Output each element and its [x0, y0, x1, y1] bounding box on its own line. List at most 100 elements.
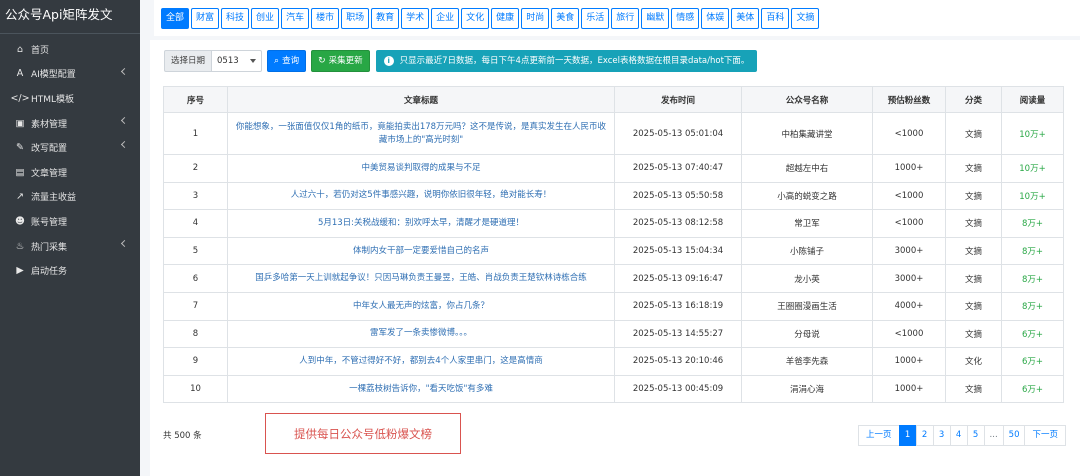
account-name: 常卫军 — [741, 209, 873, 238]
query-button-label: 查询 — [282, 56, 300, 66]
sidebar-item-4[interactable]: ▣ 素材管理 — [0, 111, 140, 136]
home-icon: ⌂ — [16, 43, 24, 55]
category-tab[interactable]: 旅行 — [611, 8, 640, 29]
read-count: 10万+ — [1001, 112, 1064, 155]
row-number: 10 — [163, 374, 228, 404]
account-name: 涓涓心海 — [741, 374, 873, 404]
query-button[interactable]: ⌕ 查询 — [267, 50, 307, 72]
collect-update-button[interactable]: ↻ 采集更新 — [311, 50, 370, 72]
table-row: 7 中年女人最无声的炫富，你占几条？ 2025-05-13 16:18:19 王圈圈漫… — [163, 291, 1064, 321]
info-icon: i — [383, 56, 394, 66]
article-title-link[interactable]: 人到中年，不管过得好不好，都别去4个人家里串门，这是高情商 — [227, 347, 615, 376]
account-name: 王圈圈漫画生活 — [741, 291, 873, 321]
sidebar-item-8[interactable]: ☻ 账号管理 — [0, 209, 140, 234]
category-tab[interactable]: 时尚 — [521, 8, 550, 29]
sidebar-menu: ⌂ 首页 A AI模型配置 </> HTML模板 ▣ 素材管理 ✎ 改写配置 ▤ 文章管理 ↗ 流量主收益… — [0, 34, 140, 283]
publish-time: 2025-05-13 05:01:04 — [614, 112, 742, 155]
table-row: 5 体制内女干部一定要爱惜自己的名声 2025-05-13 15:04:34 小陈铺子… — [163, 236, 1064, 266]
account-name: 超越左中右 — [741, 154, 873, 183]
sidebar-item-6[interactable]: ▤ 文章管理 — [0, 160, 140, 185]
category-cell: 文摘 — [945, 181, 1002, 211]
next-page-button[interactable]: 下一页 — [1024, 425, 1066, 446]
page-button[interactable]: 3 — [932, 425, 951, 446]
article-title-link[interactable]: 中年女人最无声的炫富，你占几条？ — [227, 291, 615, 321]
category-cell: 文摘 — [945, 236, 1002, 266]
row-number: 6 — [163, 264, 228, 293]
category-tab[interactable]: 体娱 — [701, 8, 730, 29]
code-icon: </> — [10, 92, 30, 104]
category-tab[interactable]: 百科 — [761, 8, 790, 29]
column-header: 文章标题 — [227, 86, 615, 113]
article-title-link[interactable]: 雷军发了一条卖惨微博。。。 — [227, 319, 615, 349]
publish-time: 2025-05-13 20:10:46 — [614, 347, 742, 376]
row-number: 7 — [163, 291, 228, 321]
publish-time: 2025-05-13 16:18:19 — [614, 291, 742, 321]
category-tab[interactable]: 情感 — [671, 8, 700, 29]
articles-table: 序号 文章标题 发布时间 公众号名称 预估粉丝数 分类 阅读量 1 你能想象，一张面值仅仅1角… — [163, 86, 1064, 404]
category-tab[interactable]: 企业 — [431, 8, 460, 29]
page-button[interactable]: 50 — [1002, 425, 1026, 446]
category-tab[interactable]: 全部 — [161, 8, 190, 29]
sidebar-item-10[interactable]: ▶ 启动任务 — [0, 258, 140, 283]
info-notice-text: 只显示最近7日数据，每日下午4点更新前一天数据，Excel表格数据在根目录dat… — [399, 56, 750, 66]
category-tab[interactable]: 科技 — [221, 8, 250, 29]
page-button[interactable]: 1 — [898, 425, 917, 446]
category-tab[interactable]: 财富 — [191, 8, 220, 29]
row-number: 3 — [163, 181, 228, 211]
fans-estimate: 4000+ — [872, 291, 946, 321]
brand-title[interactable]: 公众号Api矩阵发文 — [0, 0, 140, 34]
sidebar-item-7[interactable]: ↗ 流量主收益 — [0, 185, 140, 210]
category-tab[interactable]: 乐活 — [581, 8, 610, 29]
sidebar-item-9[interactable]: ♨ 热门采集 — [0, 234, 140, 259]
fans-estimate: 1000+ — [872, 374, 946, 404]
publish-time: 2025-05-13 08:12:58 — [614, 209, 742, 238]
table-row: 2 中美贸易谈判取得的成果与不足 2025-05-13 07:40:47 超越左中右 1… — [163, 154, 1064, 183]
row-number: 9 — [163, 347, 228, 376]
article-title-link[interactable]: 人过六十，若仍对这5件事感兴趣，说明你依旧很年轻，绝对能长寿！ — [227, 181, 615, 211]
search-icon: ⌕ — [274, 56, 280, 66]
article-title-link[interactable]: 5月13日:关税战缓和：别欢呼太早，清醒才是硬道理！ — [227, 209, 615, 238]
read-count: 8万+ — [1001, 236, 1064, 266]
page-button[interactable]: 5 — [966, 425, 985, 446]
chart-line-icon: ↗ — [16, 191, 24, 203]
table-row: 4 5月13日:关税战缓和：别欢呼太早，清醒才是硬道理！ 2025-05-13 08… — [163, 209, 1064, 238]
article-title-link[interactable]: 体制内女干部一定要爱惜自己的名声 — [227, 236, 615, 266]
page-button[interactable]: 2 — [915, 425, 934, 446]
fans-estimate: 1000+ — [872, 154, 946, 183]
category-tab[interactable]: 健康 — [491, 8, 520, 29]
category-tab[interactable]: 职场 — [341, 8, 370, 29]
category-tab[interactable]: 文摘 — [791, 8, 820, 29]
prev-page-button[interactable]: 上一页 — [858, 425, 900, 446]
sidebar: 公众号Api矩阵发文 ⌂ 首页 A AI模型配置 </> HTML模板 ▣ 素材管理 ✎ 改写配置… — [0, 0, 140, 476]
page-button[interactable]: 4 — [949, 425, 968, 446]
date-select[interactable]: 0513 — [212, 50, 263, 72]
table-row: 10 一棵荔枝树告诉你，"看天吃饭"有多难 2025-05-13 00:45:09 涓… — [163, 374, 1064, 404]
category-tab[interactable]: 创业 — [251, 8, 280, 29]
column-header: 序号 — [163, 86, 228, 113]
category-tab[interactable]: 美体 — [731, 8, 760, 29]
promo-callout: 提供每日公众号低粉爆文榜 — [265, 413, 461, 454]
edit-icon: ✎ — [16, 142, 24, 154]
main-card: 选择日期 0513 ⌕ 查询 ↻ 采集更新 i 只显示最近7日数据，每日下午4点… — [150, 40, 1080, 476]
category-tab[interactable]: 教育 — [371, 8, 400, 29]
category-tab[interactable]: 汽车 — [281, 8, 310, 29]
article-title-link[interactable]: 中美贸易谈判取得的成果与不足 — [227, 154, 615, 183]
read-count: 6万+ — [1001, 319, 1064, 349]
category-tab[interactable]: 文化 — [461, 8, 490, 29]
sidebar-item-2[interactable]: A AI模型配置 — [0, 62, 140, 87]
article-title-link[interactable]: 国乒多哈第一天上训就起争议！只因马琳负责王曼昱，王皓、肖战负责王楚钦林诗栋合练 — [227, 264, 615, 293]
category-tab[interactable]: 楼市 — [311, 8, 340, 29]
document-icon: ▤ — [15, 166, 25, 178]
table-row: 6 国乒多哈第一天上训就起争议！只因马琳负责王曼昱，王皓、肖战负责王楚钦林诗栋合练… — [163, 264, 1064, 293]
sidebar-item-1[interactable]: ⌂ 首页 — [0, 37, 140, 62]
category-tab[interactable]: 幽默 — [641, 8, 670, 29]
article-title-link[interactable]: 你能想象，一张面值仅仅1角的纸币，竟能拍卖出178万元吗？这不是传说，是真实发生… — [227, 112, 615, 155]
category-tab[interactable]: 学术 — [401, 8, 430, 29]
article-title-link[interactable]: 一棵荔枝树告诉你，"看天吃饭"有多难 — [227, 374, 615, 404]
sidebar-item-3[interactable]: </> HTML模板 — [0, 86, 140, 111]
category-cell: 文摘 — [945, 319, 1002, 349]
info-notice: i 只显示最近7日数据，每日下午4点更新前一天数据，Excel表格数据在根目录d… — [375, 50, 758, 72]
sidebar-item-label: 启动任务 — [31, 267, 68, 278]
sidebar-item-5[interactable]: ✎ 改写配置 — [0, 135, 140, 160]
category-tab[interactable]: 美食 — [551, 8, 580, 29]
